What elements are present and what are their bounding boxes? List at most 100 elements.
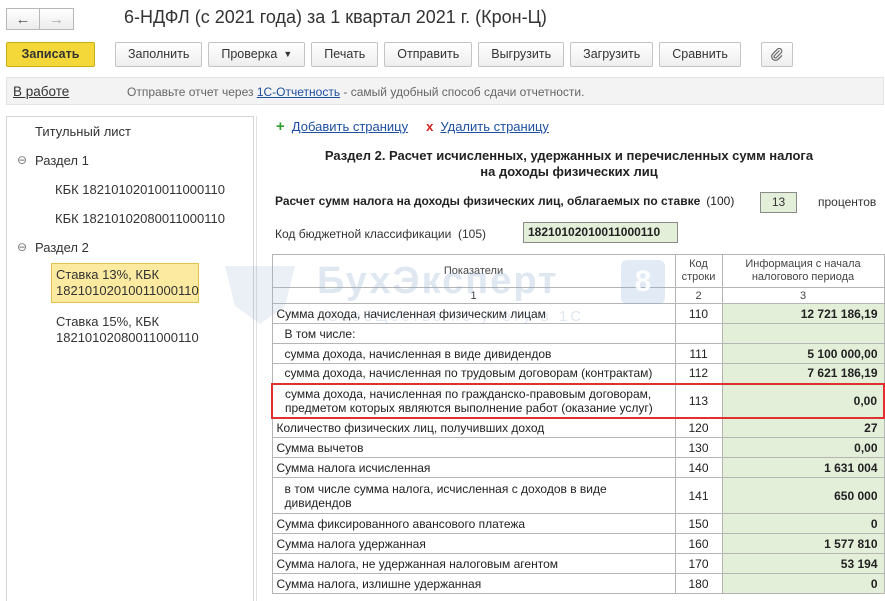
row-name: сумма дохода, начисленная в виде дивиден… — [271, 343, 676, 364]
delete-page-label: Удалить страницу — [440, 119, 549, 134]
row-name: сумма дохода, начисленная по гражданско-… — [271, 382, 676, 419]
row-code: 140 — [674, 457, 723, 478]
colnum-3: 3 — [721, 287, 885, 304]
row-value[interactable]: 1 631 004 — [721, 457, 885, 478]
check-button-label: Проверка — [221, 47, 278, 61]
row-name: Сумма налога исчисленная — [271, 457, 676, 478]
row-name: В том числе: — [271, 323, 676, 344]
back-button[interactable]: ← — [6, 8, 40, 30]
row-value[interactable]: 7 621 186,19 — [721, 363, 885, 384]
close-icon: x — [426, 119, 434, 134]
add-page-button[interactable]: + Добавить страницу — [276, 118, 408, 135]
page-actions: + Добавить страницу x Удалить страницу — [276, 118, 567, 135]
rate-unit: процентов — [818, 195, 877, 209]
row-name: Сумма налога, не удержанная налоговым аг… — [271, 553, 676, 574]
table-row: Сумма налога, не удержанная налоговым аг… — [271, 553, 885, 574]
row-name: в том числе сумма налога, исчисленная с … — [271, 477, 676, 514]
export-button[interactable]: Выгрузить — [478, 41, 565, 67]
table-row: Сумма налога исчисленная 140 1 631 004 — [271, 457, 885, 478]
table-row: в том числе сумма налога, исчисленная с … — [271, 477, 885, 514]
status-link[interactable]: В работе — [13, 84, 69, 99]
tree-item-s1-kbk1[interactable]: КБК 18210102010011000110 — [55, 182, 225, 198]
row-value[interactable]: 27 — [721, 417, 885, 438]
send-button[interactable]: Отправить — [384, 41, 473, 67]
collapse-icon[interactable]: ⊖ — [17, 153, 27, 167]
tree-item-s1-kbk2[interactable]: КБК 18210102080011000110 — [55, 211, 225, 227]
row-value[interactable]: 650 000 — [721, 477, 885, 514]
save-button[interactable]: Записать — [6, 41, 95, 67]
table-header-row: Показатели Код строки Информация с начал… — [271, 254, 885, 288]
table-row-highlighted: сумма дохода, начисленная по гражданско-… — [271, 382, 885, 419]
forward-button[interactable]: → — [40, 8, 74, 30]
tree-item-s2-rate15[interactable]: Ставка 15%, КБК 18210102080011000110 — [56, 314, 199, 346]
row-value — [721, 323, 885, 344]
indicators-table: Показатели Код строки Информация с начал… — [271, 254, 885, 594]
row-value[interactable]: 5 100 000,00 — [721, 343, 885, 364]
tree-item-label: 18210102080011000110 — [56, 330, 199, 345]
kbk-label: Код бюджетной классификации (105) — [275, 227, 486, 241]
row-value[interactable]: 53 194 — [721, 553, 885, 574]
colnum-2: 2 — [674, 287, 723, 304]
header-line-code: Код строки — [674, 254, 723, 288]
title-bar: ← → 6-НДФЛ (с 2021 года) за 1 квартал 20… — [0, 0, 885, 40]
table-row: Сумма дохода, начисленная физическим лиц… — [271, 303, 885, 324]
row-code: 112 — [674, 363, 723, 384]
load-button[interactable]: Загрузить — [570, 41, 654, 67]
row-code: 160 — [674, 533, 723, 554]
add-page-label: Добавить страницу — [291, 119, 409, 134]
kbk-label-text: Код бюджетной классификации — [275, 227, 452, 241]
paperclip-icon — [771, 47, 783, 61]
table-row: Сумма налога, излишне удержанная 180 0 — [271, 573, 885, 594]
header-info: Информация с начала налогового периода — [721, 254, 885, 288]
row-value[interactable]: 0 — [721, 573, 885, 594]
row-value[interactable]: 0,00 — [721, 382, 885, 419]
table-row: Количество физических лиц, получивших до… — [271, 417, 885, 438]
kbk-code: (105) — [457, 227, 486, 241]
kbk-field[interactable]: 18210102010011000110 — [523, 222, 678, 243]
row-code: 180 — [674, 573, 723, 594]
rate-field[interactable]: 13 — [760, 192, 797, 213]
row-value[interactable]: 0 — [721, 513, 885, 534]
row-code: 120 — [674, 417, 723, 438]
rate-label: Расчет сумм налога на доходы физических … — [275, 194, 734, 208]
hint-after: - самый удобный способ сдачи отчетности. — [340, 85, 585, 99]
row-name: Количество физических лиц, получивших до… — [271, 417, 676, 438]
hint-before: Отправьте отчет через — [127, 85, 257, 99]
row-name: Сумма налога, излишне удержанная — [271, 573, 676, 594]
print-button[interactable]: Печать — [311, 41, 379, 67]
table-row: Сумма фиксированного авансового платежа … — [271, 513, 885, 534]
table-row: Сумма вычетов 130 0,00 — [271, 437, 885, 458]
compare-button[interactable]: Сравнить — [659, 41, 741, 67]
tree-item-label: Ставка 13%, КБК — [56, 267, 160, 282]
row-value[interactable]: 12 721 186,19 — [721, 303, 885, 324]
row-value[interactable]: 1 577 810 — [721, 533, 885, 554]
collapse-icon[interactable]: ⊖ — [17, 240, 27, 254]
section-title-line1: Раздел 2. Расчет исчисленных, удержанных… — [324, 148, 814, 163]
attach-button[interactable] — [760, 41, 793, 67]
row-name: Сумма фиксированного авансового платежа — [271, 513, 676, 534]
tree-item-section1[interactable]: Раздел 1 — [35, 153, 89, 169]
row-code: 111 — [674, 343, 723, 364]
tree-item-title-sheet[interactable]: Титульный лист — [35, 124, 131, 140]
table-row: сумма дохода, начисленная по трудовым до… — [271, 363, 885, 384]
row-value[interactable]: 0,00 — [721, 437, 885, 458]
delete-page-button[interactable]: x Удалить страницу — [426, 118, 549, 135]
table-row: сумма дохода, начисленная в виде дивиден… — [271, 343, 885, 364]
fill-button[interactable]: Заполнить — [115, 41, 203, 67]
tree-item-label: Ставка 15%, КБК — [56, 314, 160, 329]
rate-label-text: Расчет сумм налога на доходы физических … — [275, 194, 701, 208]
row-code: 170 — [674, 553, 723, 574]
row-name: сумма дохода, начисленная по трудовым до… — [271, 363, 676, 384]
check-button[interactable]: Проверка ▼ — [208, 41, 306, 67]
rate-code: (100) — [706, 194, 735, 208]
panel-splitter[interactable] — [256, 116, 264, 601]
tree-item-section2[interactable]: Раздел 2 — [35, 240, 89, 256]
reporting-link[interactable]: 1С-Отчетность — [257, 85, 340, 99]
colnum-1: 1 — [271, 287, 676, 304]
row-name: Сумма налога удержанная — [271, 533, 676, 554]
row-code: 141 — [674, 477, 723, 514]
window-title: 6-НДФЛ (с 2021 года) за 1 квартал 2021 г… — [124, 7, 547, 27]
table-colnum-row: 1 2 3 — [271, 287, 885, 304]
row-code: 150 — [674, 513, 723, 534]
tree-item-s2-rate13[interactable]: Ставка 13%, КБК 18210102010011000110 — [51, 263, 199, 303]
